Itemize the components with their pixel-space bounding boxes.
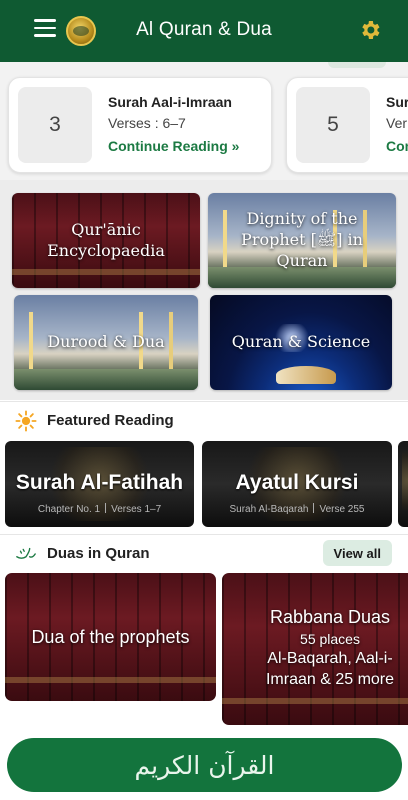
category-grid: Qur'ānic Encyclopaedia Dignity of the Pr… (0, 180, 408, 400)
featured-carousel[interactable]: Surah Al-Fatihah Chapter No. 1 Verses 1–7… (0, 438, 408, 534)
featured-card[interactable]: Ayatul Kursi Surah Al-Baqarah Verse 255 (202, 441, 392, 527)
section-title: Duas in Quran (47, 545, 150, 562)
tile-quranic-encyclopaedia[interactable]: Qur'ānic Encyclopaedia (12, 193, 200, 288)
surah-number: 3 (18, 87, 92, 163)
continue-card[interactable]: 5 Sur Ver Con (286, 77, 408, 173)
duas-carousel[interactable]: Dua of the prophets Rabbana Duas 55 plac… (0, 572, 408, 732)
star-burst-icon (15, 410, 37, 432)
featured-subtitle: Chapter No. 1 Verses 1–7 (37, 503, 162, 515)
view-all-peek (328, 62, 386, 68)
rabbana-calligraphy-icon (16, 547, 36, 559)
bottom-bar: القرآن الكريم (0, 736, 408, 800)
continue-reading-link[interactable]: Con (386, 138, 408, 154)
featured-section-header: Featured Reading (0, 401, 408, 437)
dua-title: Rabbana Duas (269, 607, 391, 628)
tile-label: Quran & Science (231, 332, 371, 352)
dua-card[interactable]: Rabbana Duas 55 places Al-Baqarah, Aal-i… (222, 573, 408, 725)
tile-label: Qur'ānic Encyclopaedia (47, 219, 165, 260)
dua-count: 55 places (300, 631, 360, 648)
app-header: Al Quran & Dua (0, 0, 408, 62)
tile-quran-science[interactable]: Quran & Science (210, 295, 392, 390)
section-title: Featured Reading (47, 412, 174, 429)
featured-card-peek[interactable] (398, 441, 408, 527)
continue-card[interactable]: 3 Surah Aal-i-Imraan Verses : 6–7 Contin… (8, 77, 272, 173)
verses-range: Verses : 6–7 (108, 115, 186, 131)
featured-title: Ayatul Kursi (235, 471, 359, 494)
surah-name: Surah Aal-i-Imraan (108, 94, 232, 110)
app-title: Al Quran & Dua (136, 19, 272, 40)
featured-subtitle: Surah Al-Baqarah Verse 255 (229, 503, 365, 515)
surah-name: Sur (386, 94, 408, 110)
tile-dignity-of-prophet[interactable]: Dignity of the Prophet [ﷺ] in Quran (208, 193, 396, 288)
view-all-button[interactable]: View all (322, 540, 392, 566)
tile-durood-dua[interactable]: Durood & Dua (14, 295, 198, 390)
surah-number: 5 (296, 87, 370, 163)
quran-calligraphy-label: القرآن الكريم (134, 750, 275, 780)
verses-range: Ver (386, 115, 408, 131)
gear-icon[interactable] (358, 18, 382, 42)
tile-label: Dignity of the Prophet [ﷺ] in Quran (241, 209, 363, 270)
tile-label: Durood & Dua (47, 332, 165, 352)
featured-card[interactable]: Surah Al-Fatihah Chapter No. 1 Verses 1–7 (5, 441, 194, 527)
duas-section-header: Duas in Quran View all (0, 534, 408, 570)
dua-description: Al-Baqarah, Aal-i-Imraan & 25 more (265, 650, 395, 688)
dua-title: Dua of the prophets (31, 626, 190, 647)
continue-reading-strip[interactable]: 3 Surah Aal-i-Imraan Verses : 6–7 Contin… (0, 62, 408, 180)
open-quran-button[interactable]: القرآن الكريم (7, 738, 402, 792)
continue-reading-link[interactable]: Continue Reading » (108, 138, 239, 154)
featured-title: Surah Al-Fatihah (15, 471, 184, 494)
dua-card[interactable]: Dua of the prophets (5, 573, 216, 701)
